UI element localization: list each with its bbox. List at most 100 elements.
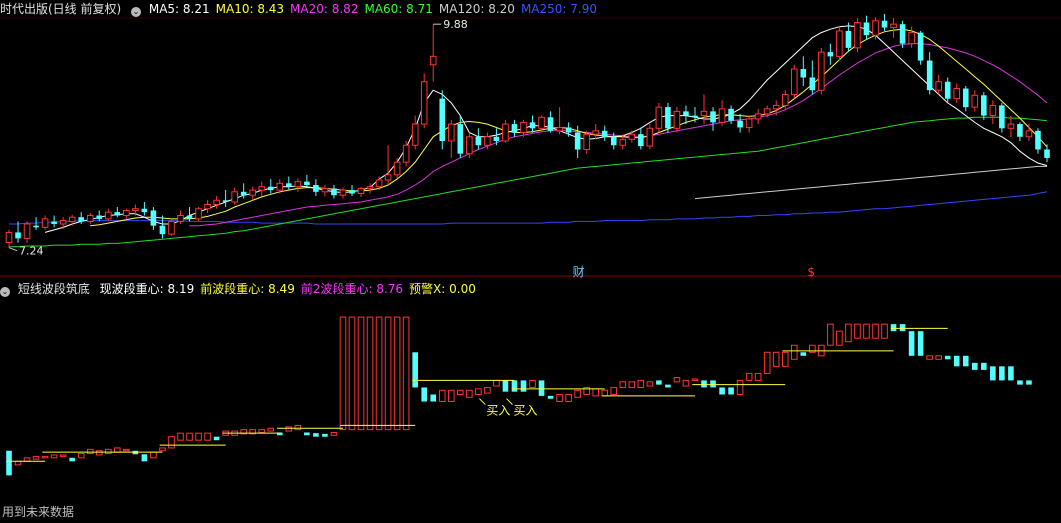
indicator-box bbox=[114, 447, 121, 453]
candle bbox=[800, 69, 807, 78]
buy-signal: 买入 bbox=[486, 404, 510, 418]
indicator-box bbox=[123, 448, 130, 452]
candle bbox=[411, 123, 419, 146]
candle bbox=[439, 98, 446, 141]
candle bbox=[908, 32, 915, 45]
indicator-box bbox=[69, 457, 75, 462]
candle bbox=[222, 200, 229, 202]
candle bbox=[962, 88, 969, 108]
candle bbox=[51, 221, 57, 224]
candle bbox=[186, 215, 193, 219]
signal-arrow bbox=[479, 398, 486, 405]
candle bbox=[349, 190, 355, 194]
candle bbox=[366, 186, 374, 189]
indicator-box bbox=[475, 388, 482, 395]
candle bbox=[86, 215, 94, 222]
candle bbox=[683, 111, 689, 116]
indicator-box bbox=[800, 352, 807, 356]
indicator-box bbox=[1008, 366, 1014, 381]
ma-line-ma250 bbox=[9, 191, 1048, 225]
indicator-box bbox=[547, 395, 554, 399]
candle bbox=[286, 183, 292, 187]
indicator-box bbox=[574, 389, 581, 398]
candle bbox=[872, 20, 879, 36]
candle bbox=[33, 225, 39, 228]
candle bbox=[475, 136, 482, 146]
indicator-box bbox=[393, 316, 401, 431]
candle bbox=[204, 204, 211, 210]
candle bbox=[592, 130, 599, 135]
indicator-box bbox=[538, 380, 545, 396]
indicator-box bbox=[971, 362, 978, 370]
indicator-box bbox=[691, 378, 699, 381]
candle bbox=[981, 95, 987, 116]
indicator-box bbox=[41, 455, 49, 459]
indicator-box bbox=[899, 324, 906, 332]
candle bbox=[78, 217, 85, 222]
chart-canvas[interactable]: 9.88 7.24 财 $ 买入 买入 bbox=[0, 0, 1061, 523]
candle bbox=[710, 111, 716, 123]
indicator-box bbox=[656, 380, 662, 385]
indicator-box bbox=[50, 454, 58, 459]
candle bbox=[104, 211, 112, 220]
indicator-box bbox=[384, 316, 392, 431]
candle bbox=[240, 191, 247, 196]
indicator-box bbox=[935, 355, 942, 360]
indicator-box bbox=[890, 324, 897, 332]
candle bbox=[177, 215, 184, 222]
candle bbox=[899, 24, 906, 44]
indicator-box bbox=[59, 454, 67, 457]
indicator-box bbox=[285, 426, 293, 432]
indicator-box bbox=[95, 450, 103, 456]
candle bbox=[745, 118, 753, 128]
candle bbox=[989, 104, 997, 117]
indicator-box bbox=[917, 331, 924, 356]
candle bbox=[718, 108, 726, 123]
candle bbox=[556, 126, 563, 132]
indicator-box bbox=[186, 432, 193, 441]
indicator-box bbox=[728, 387, 734, 395]
indicator-box bbox=[348, 316, 356, 431]
candle bbox=[114, 212, 121, 216]
candle bbox=[195, 208, 202, 220]
indicator-box bbox=[412, 352, 418, 388]
indicator-box bbox=[781, 351, 789, 367]
candle bbox=[665, 107, 671, 129]
candle bbox=[123, 209, 130, 217]
candle bbox=[1035, 130, 1041, 150]
candle bbox=[520, 121, 527, 134]
candle bbox=[619, 138, 627, 146]
candle bbox=[23, 223, 31, 239]
candle bbox=[638, 134, 644, 147]
candle bbox=[493, 136, 500, 141]
candle bbox=[737, 120, 743, 128]
indicator-box bbox=[565, 393, 572, 403]
event-marker: $ bbox=[807, 265, 815, 279]
indicator-box bbox=[601, 389, 609, 397]
indicator-box bbox=[745, 372, 753, 381]
indicator-box bbox=[701, 380, 707, 388]
indicator-box bbox=[881, 323, 888, 339]
indicator-box bbox=[32, 455, 40, 460]
indicator-box bbox=[6, 450, 12, 476]
indicator-box bbox=[673, 377, 681, 383]
candle bbox=[809, 77, 816, 91]
candle bbox=[610, 136, 617, 146]
ma-line-ma120 bbox=[694, 165, 1047, 200]
indicator-box bbox=[313, 433, 319, 437]
indicator-box bbox=[926, 355, 933, 360]
indicator-box bbox=[294, 424, 302, 431]
indicator-box bbox=[763, 351, 771, 374]
candle bbox=[881, 20, 888, 28]
candle bbox=[601, 130, 608, 137]
candle bbox=[646, 127, 654, 147]
indicator-box bbox=[447, 389, 455, 403]
price-marker-label: 9.88 bbox=[443, 18, 468, 31]
indicator-box bbox=[430, 394, 437, 402]
indicator-box bbox=[754, 372, 762, 381]
candle bbox=[375, 179, 383, 188]
price-marker-label: 7.24 bbox=[19, 245, 44, 258]
indicator-box bbox=[665, 384, 671, 388]
indicator-box bbox=[23, 457, 31, 462]
candle bbox=[890, 23, 897, 29]
